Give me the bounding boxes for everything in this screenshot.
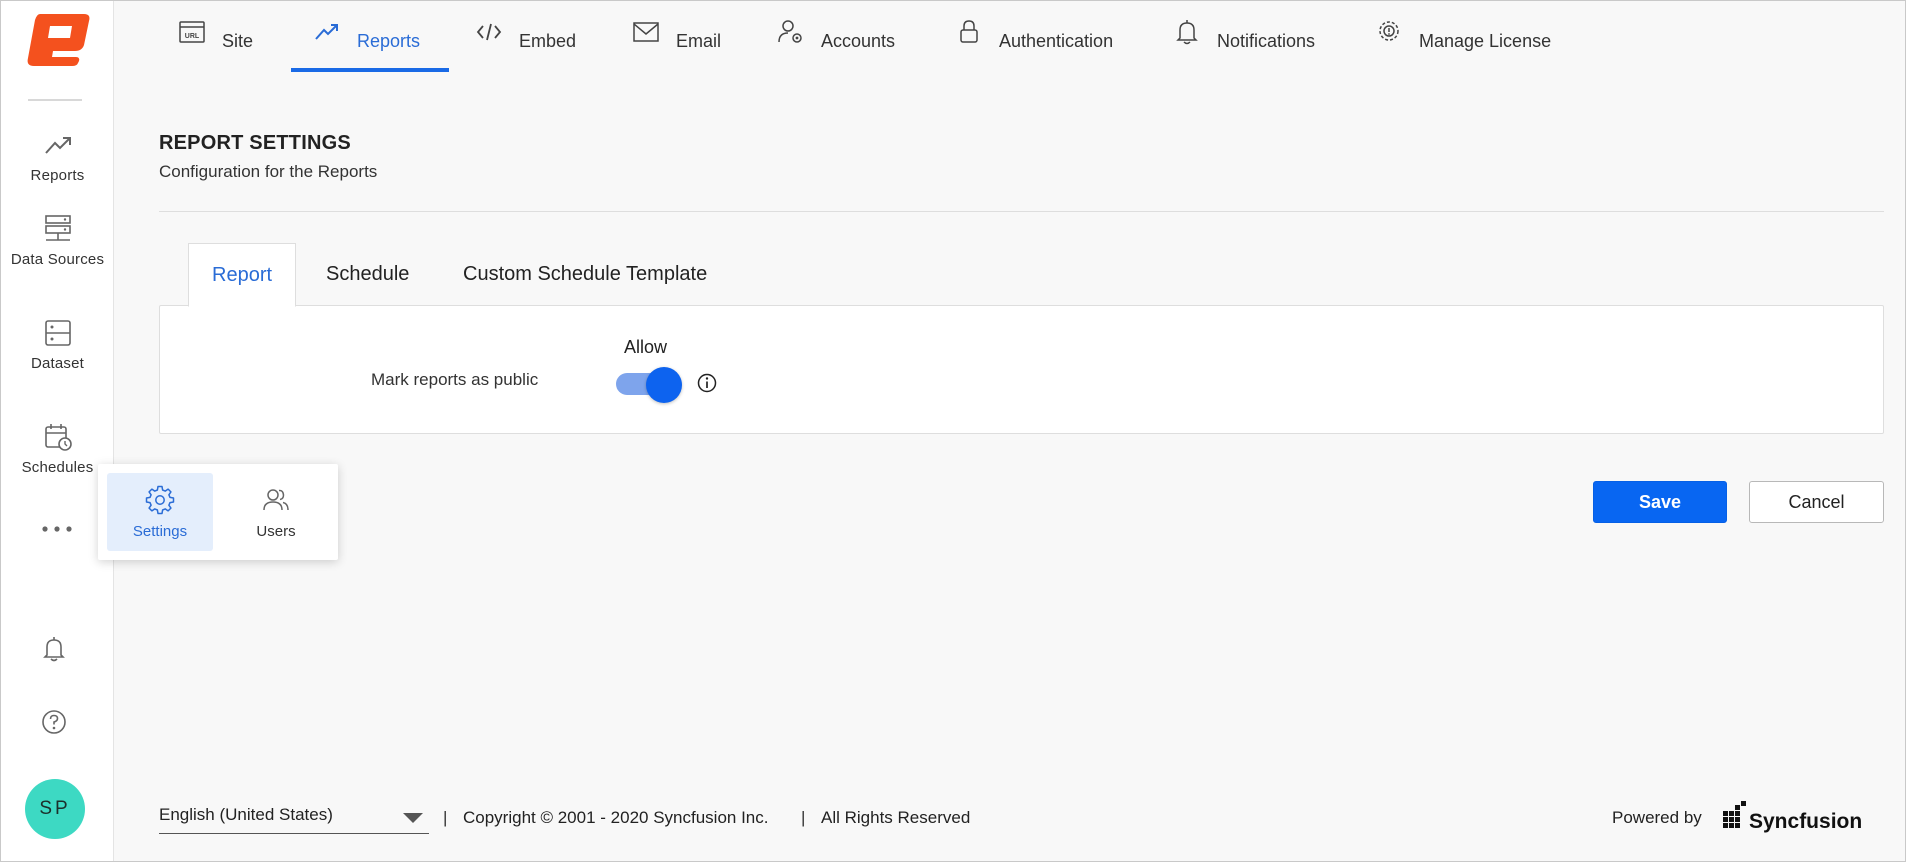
chevron-down-icon (403, 813, 423, 823)
page-subtitle: Configuration for the Reports (159, 162, 378, 181)
code-icon (476, 23, 502, 41)
tab-label: Reports (357, 30, 421, 51)
more-flyout-menu: Settings Users (98, 464, 338, 560)
svg-text:URL: URL (185, 33, 200, 40)
bell-icon[interactable] (38, 633, 70, 665)
sidebar-item-dataset[interactable]: Dataset (1, 317, 114, 372)
active-tab-indicator (291, 68, 449, 72)
mark-public-toggle[interactable] (616, 367, 682, 403)
header-divider (159, 211, 1884, 212)
license-gear-icon (1379, 21, 1399, 41)
calendar-clock-icon (44, 424, 72, 451)
page-title: REPORT SETTINGS (159, 132, 351, 154)
tab-embed[interactable]: Embed (475, 0, 576, 72)
syncfusion-logo[interactable]: Syncfusion (1721, 799, 1863, 833)
footer-separator: | (801, 808, 806, 827)
server-icon (44, 215, 71, 241)
cancel-button[interactable]: Cancel (1749, 481, 1884, 523)
dataset-icon (44, 320, 71, 346)
footer-rights: All Rights Reserved (821, 808, 971, 827)
gear-icon (145, 485, 175, 515)
language-dropdown[interactable]: English (United States) (159, 800, 429, 834)
info-icon[interactable] (696, 372, 718, 394)
sidebar-item-reports[interactable]: Reports (1, 129, 114, 184)
tab-email[interactable]: Email (632, 0, 721, 72)
svg-text:Syncfusion: Syncfusion (1749, 810, 1862, 833)
mark-public-label: Mark reports as public (371, 370, 539, 389)
tab-label: Email (676, 30, 722, 51)
allow-column-header: Allow (624, 337, 668, 357)
bell-icon (1176, 20, 1198, 45)
tab-report[interactable]: Report (188, 243, 297, 307)
help-circle-icon[interactable] (38, 706, 70, 738)
tab-manage-license[interactable]: Manage License (1375, 0, 1551, 72)
tab-label: Manage License (1419, 30, 1552, 51)
trend-up-icon (44, 137, 71, 154)
tab-site[interactable]: URL Site (178, 0, 253, 72)
language-value: English (United States) (159, 805, 333, 824)
envelope-icon (633, 22, 659, 42)
tab-label: Embed (519, 30, 577, 51)
flyout-item-label: Users (256, 523, 296, 540)
flyout-item-settings[interactable]: Settings (107, 473, 213, 551)
sidebar: Reports Data Sources Dataset Schedules S… (1, 1, 114, 861)
sidebar-item-label: Data Sources (10, 251, 105, 268)
more-dots-icon[interactable] (39, 521, 75, 537)
tab-authentication[interactable]: Authentication (955, 0, 1113, 72)
tab-label: Accounts (821, 30, 896, 51)
flyout-item-users[interactable]: Users (223, 473, 329, 551)
footer-separator: | (443, 808, 448, 827)
sidebar-divider (28, 99, 82, 101)
tab-custom-schedule-template[interactable]: Custom Schedule Template (463, 243, 707, 306)
lock-icon (960, 20, 978, 43)
user-gear-icon (778, 20, 802, 43)
sidebar-item-label: Dataset (30, 355, 85, 372)
tab-label: Authentication (999, 30, 1114, 51)
tab-reports[interactable]: Reports (313, 0, 420, 72)
tab-label: Site (222, 30, 254, 51)
flyout-item-label: Settings (132, 523, 188, 540)
tab-schedule[interactable]: Schedule (326, 243, 409, 306)
trend-up-icon (315, 24, 338, 40)
users-icon (263, 489, 289, 511)
sidebar-item-data-sources[interactable]: Data Sources (1, 213, 114, 268)
tab-notifications[interactable]: Notifications (1173, 0, 1315, 72)
save-button[interactable]: Save (1593, 481, 1727, 523)
avatar[interactable]: SP (25, 779, 85, 839)
toggle-knob (646, 367, 682, 403)
tab-label: Notifications (1217, 30, 1316, 51)
tab-accounts[interactable]: Accounts (777, 0, 895, 72)
url-icon: URL (179, 21, 205, 43)
app-logo-icon[interactable] (20, 11, 92, 67)
powered-by-label: Powered by (1612, 808, 1702, 827)
sidebar-item-label: Reports (30, 167, 85, 184)
footer-copyright: Copyright © 2001 - 2020 Syncfusion Inc. (463, 808, 769, 827)
